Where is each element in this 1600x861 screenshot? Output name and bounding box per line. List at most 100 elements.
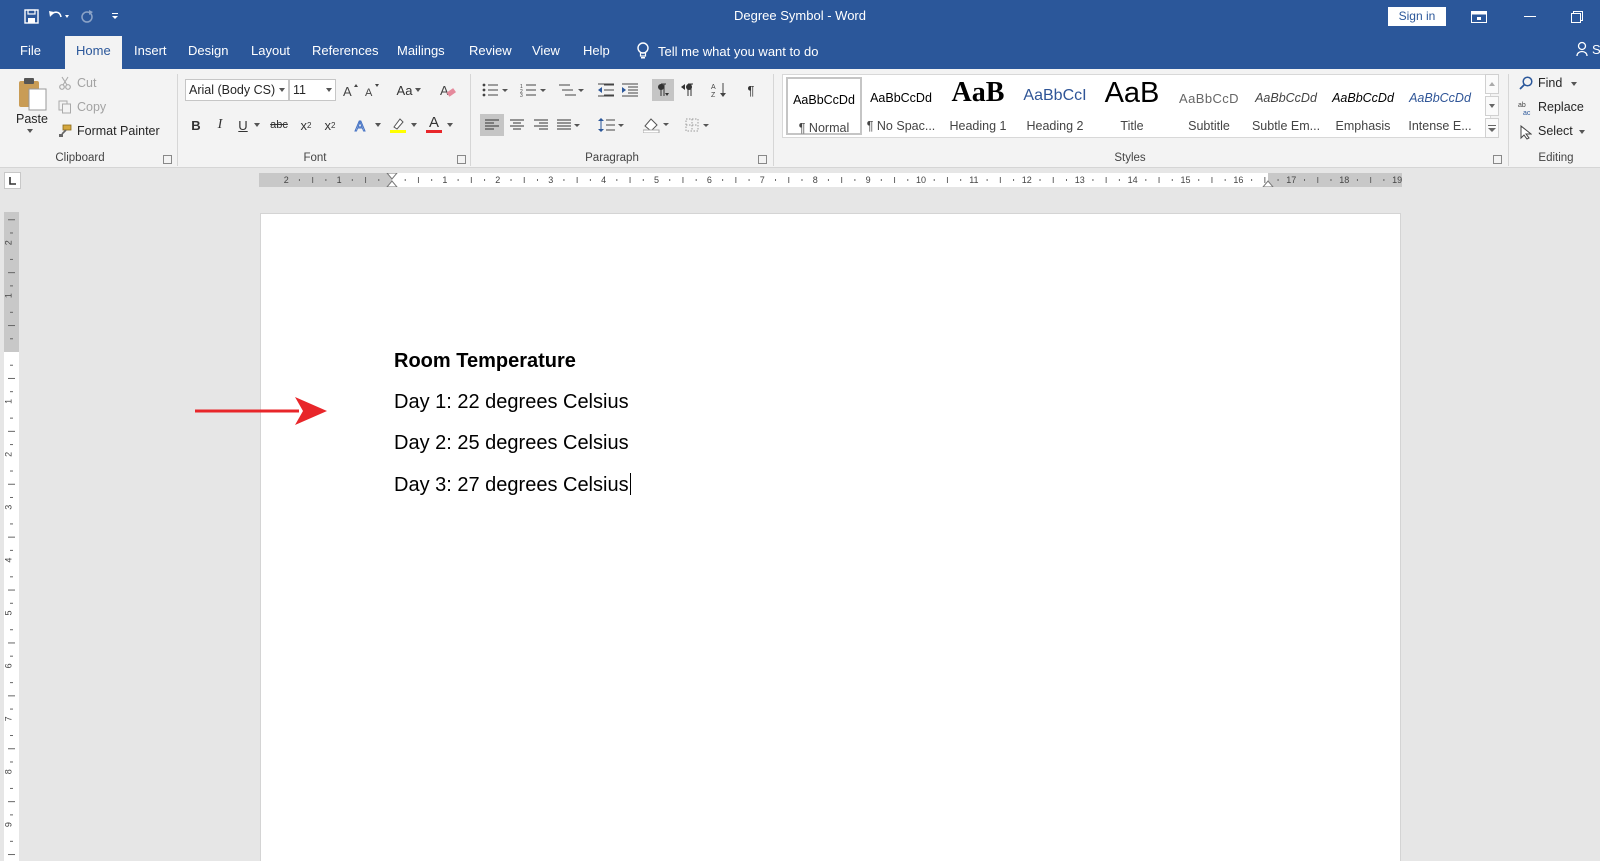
replace-icon[interactable]: ab ac — [1518, 100, 1534, 116]
align-center-icon[interactable] — [505, 114, 529, 136]
style-emphasis[interactable]: AaBbCcDd Emphasis — [1325, 77, 1401, 135]
replace-button[interactable]: Replace — [1538, 100, 1584, 114]
tab-mailings[interactable]: Mailings — [397, 43, 445, 58]
find-button[interactable]: Find — [1538, 76, 1562, 90]
strikethrough-button[interactable]: abc — [267, 115, 291, 135]
vertical-ruler[interactable]: 2 1 1 2 3 4 5 6 7 8 9 — [4, 212, 19, 861]
find-icon[interactable] — [1518, 75, 1534, 91]
cut-icon[interactable] — [58, 76, 72, 90]
numbering-icon[interactable]: 123 — [518, 80, 548, 100]
chevron-down-icon[interactable] — [279, 88, 285, 92]
save-icon[interactable] — [18, 5, 44, 27]
font-dialog-launcher-icon[interactable] — [457, 155, 466, 164]
text-effects-dropdown-icon[interactable] — [374, 121, 382, 129]
highlight-icon[interactable] — [388, 115, 408, 135]
grow-font-icon[interactable]: A — [341, 80, 361, 100]
gallery-more-icon[interactable] — [1485, 118, 1499, 138]
style-subtle-emphasis[interactable]: AaBbCcDd Subtle Em... — [1248, 77, 1324, 135]
align-right-icon[interactable] — [529, 114, 553, 136]
style-subtitle[interactable]: AaBbCcD Subtitle — [1171, 77, 1247, 135]
align-left-icon[interactable] — [480, 114, 504, 136]
format-painter-icon[interactable] — [58, 124, 72, 138]
paste-icon[interactable] — [14, 75, 50, 111]
share-button[interactable]: S — [1576, 41, 1600, 57]
style-heading-1[interactable]: AaB Heading 1 — [940, 77, 1016, 135]
customize-icon[interactable] — [102, 5, 128, 27]
shading-icon[interactable] — [640, 114, 672, 136]
find-dropdown-icon[interactable] — [1570, 80, 1578, 88]
copy-button[interactable]: Copy — [77, 100, 106, 114]
show-formatting-marks-button[interactable]: ¶ — [740, 79, 762, 101]
style-normal[interactable]: AaBbCcDd ¶ Normal — [786, 77, 862, 135]
bold-button[interactable]: B — [187, 115, 205, 135]
copy-icon[interactable] — [58, 100, 72, 114]
borders-icon[interactable] — [682, 114, 714, 136]
lightbulb-icon — [637, 42, 649, 59]
redo-icon[interactable] — [74, 5, 100, 27]
restore-icon[interactable] — [1554, 0, 1600, 33]
tab-help[interactable]: Help — [583, 43, 610, 58]
undo-icon[interactable] — [46, 5, 72, 27]
sort-icon[interactable]: AZ — [708, 79, 730, 101]
gallery-scroll-down-icon[interactable] — [1485, 96, 1499, 116]
style-heading-2[interactable]: AaBbCcI Heading 2 — [1017, 77, 1093, 135]
italic-button[interactable]: I — [211, 115, 229, 135]
select-button[interactable]: Select — [1538, 124, 1573, 138]
font-size-box[interactable]: 11 — [289, 79, 336, 101]
bullets-icon[interactable] — [480, 80, 510, 100]
increase-indent-icon[interactable] — [620, 80, 640, 100]
font-color-dropdown-icon[interactable] — [446, 121, 454, 129]
highlight-dropdown-icon[interactable] — [410, 121, 418, 129]
tab-design[interactable]: Design — [188, 43, 228, 58]
tab-selector-icon[interactable] — [4, 172, 21, 189]
minimize-icon[interactable] — [1507, 0, 1553, 33]
multilevel-list-icon[interactable] — [556, 80, 586, 100]
ltr-direction-icon[interactable] — [652, 79, 674, 101]
style-intense-emphasis[interactable]: AaBbCcDd Intense E... — [1402, 77, 1478, 135]
tab-view[interactable]: View — [532, 43, 560, 58]
cut-button[interactable]: Cut — [77, 76, 96, 90]
document-line-1[interactable]: Day 1: 22 degrees Celsius — [394, 391, 629, 414]
document-line-3[interactable]: Day 3: 27 degrees Celsius — [394, 473, 631, 497]
superscript-button[interactable]: x2 — [320, 115, 340, 135]
gallery-scroll-up-icon[interactable] — [1485, 74, 1499, 94]
justify-icon[interactable] — [553, 114, 585, 136]
underline-dropdown-icon[interactable] — [253, 121, 261, 129]
styles-dialog-launcher-icon[interactable] — [1493, 155, 1502, 164]
change-case-button[interactable]: Aa — [394, 80, 424, 100]
paste-button[interactable]: Paste — [16, 112, 48, 126]
chevron-down-icon[interactable] — [326, 88, 332, 92]
subscript-button[interactable]: x2 — [296, 115, 316, 135]
rtl-direction-icon[interactable] — [676, 79, 698, 101]
decrease-indent-icon[interactable] — [596, 80, 616, 100]
horizontal-ruler[interactable]: 2 1 1 2 3 4 5 6 7 8 9 10 11 12 13 14 15 16 17 18 19 — [259, 173, 1402, 187]
document-page[interactable]: Room Temperature Day 1: 22 degrees Celsi… — [260, 213, 1401, 861]
document-heading[interactable]: Room Temperature — [394, 350, 576, 373]
line-spacing-icon[interactable] — [595, 114, 627, 136]
tab-references[interactable]: References — [312, 43, 378, 58]
style-title[interactable]: AaB Title — [1094, 77, 1170, 135]
clipboard-dialog-launcher-icon[interactable] — [163, 155, 172, 164]
underline-button[interactable]: U — [234, 115, 252, 135]
tab-file[interactable]: File — [20, 43, 41, 58]
paragraph-dialog-launcher-icon[interactable] — [758, 155, 767, 164]
paste-dropdown-icon[interactable] — [25, 127, 35, 135]
select-dropdown-icon[interactable] — [1578, 128, 1586, 136]
select-cursor-icon[interactable] — [1518, 124, 1534, 140]
style-no-spacing[interactable]: AaBbCcDd ¶ No Spac... — [863, 77, 939, 135]
document-line-2[interactable]: Day 2: 25 degrees Celsius — [394, 432, 629, 455]
text-effects-icon[interactable]: A — [352, 115, 372, 135]
shrink-font-icon[interactable]: A — [363, 80, 383, 100]
tab-layout[interactable]: Layout — [251, 43, 290, 58]
tab-insert[interactable]: Insert — [134, 43, 167, 58]
svg-text:A: A — [711, 84, 716, 91]
clear-formatting-icon[interactable]: A — [438, 80, 458, 100]
tell-me-search[interactable]: Tell me what you want to do — [636, 42, 818, 60]
tab-review[interactable]: Review — [469, 43, 512, 58]
tab-home[interactable]: Home — [65, 36, 122, 69]
font-color-button[interactable]: A — [424, 113, 444, 135]
sign-in-button[interactable]: Sign in — [1388, 7, 1446, 26]
format-painter-button[interactable]: Format Painter — [77, 124, 160, 138]
font-name-box[interactable]: Arial (Body CS) — [185, 79, 289, 101]
ribbon-display-options-icon[interactable] — [1456, 0, 1502, 33]
